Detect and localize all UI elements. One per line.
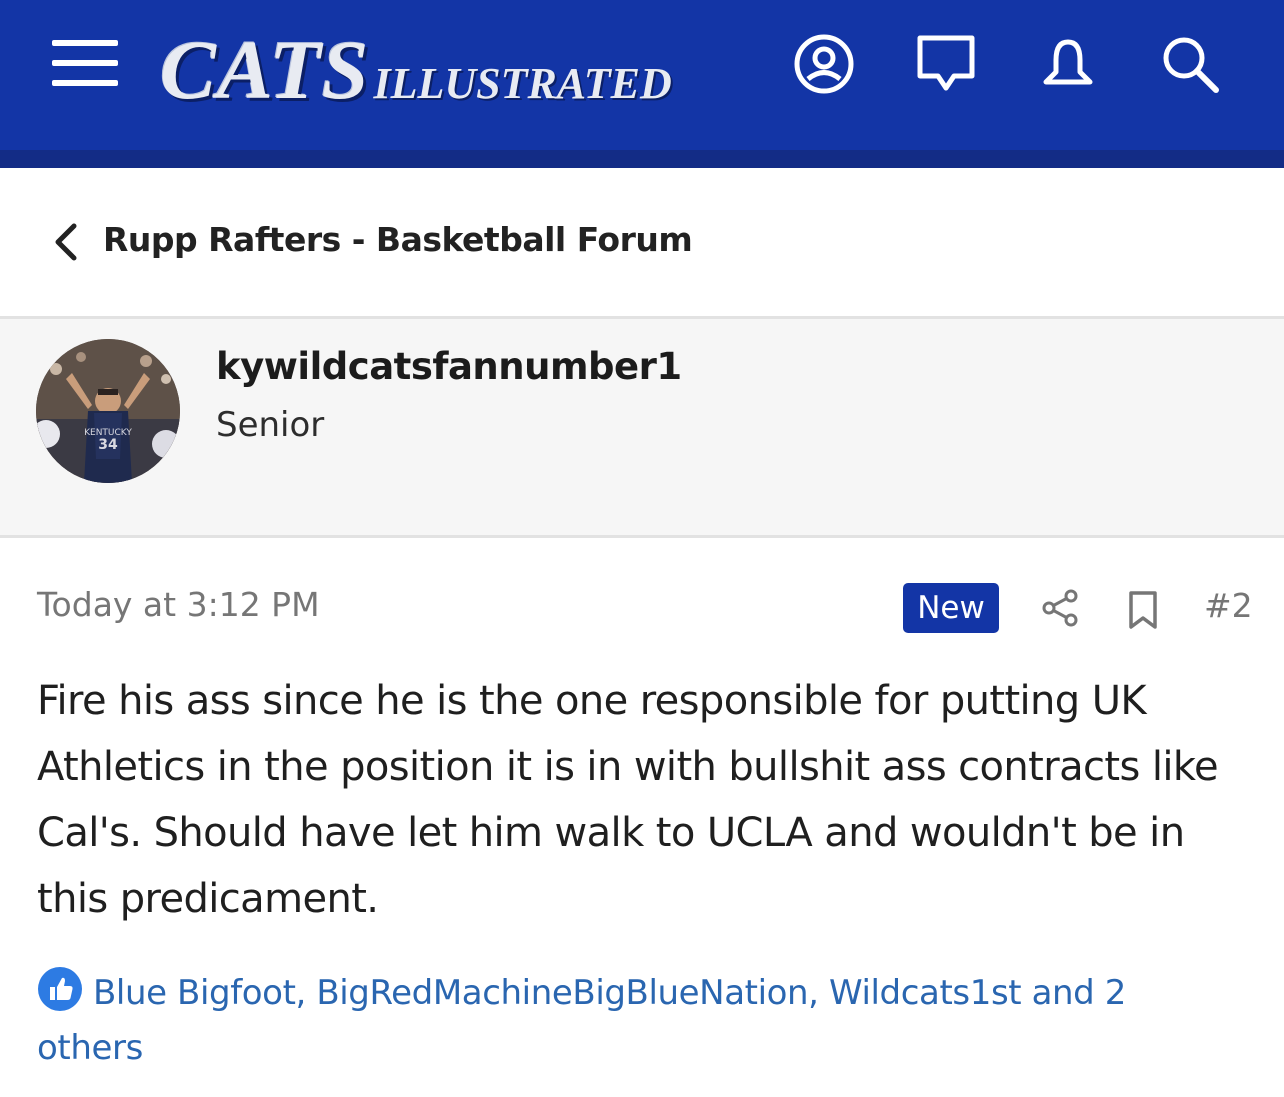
author-username[interactable]: kywildcatsfannumber1 (216, 345, 682, 388)
share-icon[interactable] (1040, 588, 1080, 628)
logo-main-text: CATS (160, 24, 370, 117)
reactions-list[interactable]: Blue Bigfoot, BigRedMachineBigBlueNation… (37, 973, 1126, 1068)
author-title: Senior (216, 405, 325, 445)
post-author-block: KENTUCKY 34 kywildcatsfannumber1 Senior (0, 316, 1284, 538)
post-body: Fire his ass since he is the one respons… (37, 678, 1219, 922)
logo-sub-text: ILLUSTRATED (373, 59, 672, 108)
bookmark-icon[interactable] (1126, 590, 1160, 630)
svg-text:34: 34 (98, 437, 118, 453)
user-icon[interactable] (792, 32, 856, 96)
post-timestamp[interactable]: Today at 3:12 PM (37, 585, 320, 624)
alerts-icon[interactable] (1036, 32, 1100, 96)
avatar[interactable]: KENTUCKY 34 (36, 339, 180, 483)
post-number[interactable]: #2 (1204, 586, 1253, 625)
site-logo[interactable]: CATSILLUSTRATED (160, 22, 672, 117)
chevron-left-icon[interactable] (50, 220, 84, 264)
breadcrumb: Rupp Rafters - Basketball Forum (0, 168, 1284, 316)
like-icon (38, 967, 82, 1011)
menu-icon[interactable] (52, 40, 118, 86)
messages-icon[interactable] (914, 32, 978, 96)
header-strip (0, 150, 1284, 168)
search-icon[interactable] (1158, 32, 1222, 96)
new-badge: New (903, 583, 999, 633)
reactions-bar: Blue Bigfoot, BigRedMachineBigBlueNation… (37, 966, 1237, 1076)
breadcrumb-forum-link[interactable]: Rupp Rafters - Basketball Forum (103, 220, 693, 259)
